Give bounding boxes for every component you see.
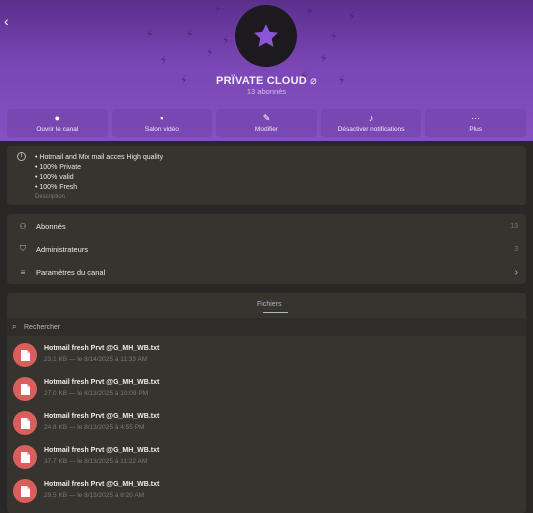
search-bar: ⌕: [7, 318, 526, 336]
action-bar: ● Ouvrir le canal ▪ Salon vidéo ✎ Modifi…: [7, 109, 526, 137]
file-item[interactable]: Hotmail fresh Prvt @G_MH_WB.txt 24.8 KB …: [7, 409, 526, 443]
description-caption: Description: [35, 194, 66, 200]
file-meta: 27.0 KB — le 8/13/2025 à 10:09 PM: [44, 390, 149, 397]
subscribers-row[interactable]: ⚇ Abonnés 13: [7, 215, 526, 237]
bolt-pattern-icon: ⚡: [184, 28, 196, 42]
bolt-pattern-icon: ⚡: [318, 52, 330, 66]
file-meta: 24.8 KB — le 8/13/2025 à 4:55 PM: [44, 424, 145, 431]
channel-settings-label: Paramètres du canal: [36, 267, 106, 277]
channel-name: PRÏVATE CLOUD: [216, 75, 307, 87]
description-line: • Hotmail and Mix mail acces High qualit…: [35, 154, 164, 161]
video-chat-icon: ▪: [160, 112, 164, 123]
back-arrow-icon[interactable]: ‹: [4, 14, 16, 28]
document-icon: [13, 479, 37, 503]
search-icon: ⌕: [12, 322, 17, 331]
file-name: Hotmail fresh Prvt @G_MH_WB.txt: [44, 413, 160, 420]
description-card: i • Hotmail and Mix mail acces High qual…: [7, 146, 526, 205]
action-label: Désactiver notifications: [337, 125, 405, 133]
channel-avatar: [235, 5, 297, 67]
action-label: Salon vidéo: [144, 125, 179, 133]
bolt-pattern-icon: ⚡: [220, 34, 232, 48]
file-name: Hotmail fresh Prvt @G_MH_WB.txt: [44, 379, 160, 386]
description-line: • 100% valid: [35, 174, 74, 181]
file-item[interactable]: Hotmail fresh Prvt @G_MH_WB.txt 37.7 KB …: [7, 443, 526, 477]
document-icon: [13, 343, 37, 367]
people-icon: ⚇: [19, 221, 27, 231]
description-text: • Hotmail and Mix mail acces High qualit…: [35, 153, 163, 200]
bolt-pattern-icon: ⚡: [346, 10, 358, 24]
tab-files[interactable]: Fichiers: [257, 301, 282, 308]
shield-icon: ⛉: [20, 244, 26, 253]
document-icon: [13, 411, 37, 435]
action-label: Modifier: [254, 125, 279, 133]
bolt-pattern-icon: ⚡: [204, 46, 216, 60]
admins-value: 3: [514, 245, 518, 253]
more-button[interactable]: ··· Plus: [425, 109, 526, 137]
search-input[interactable]: [24, 321, 324, 333]
admins-row[interactable]: ⛉ Administrateurs 3: [7, 238, 526, 260]
file-name: Hotmail fresh Prvt @G_MH_WB.txt: [44, 447, 160, 454]
subscribers-value: 13: [510, 222, 518, 230]
open-channel-button[interactable]: ● Ouvrir le canal: [7, 109, 108, 137]
channel-header: ⚡ ⚡ ⚡ ⚡ ⚡ ⚡ ⚡ ⚡ ⚡ ⚡ ⚡ ⚡ ⚡ ‹ PRÏVATE CLOU…: [0, 0, 533, 141]
subscriber-count: 13 abonnés: [246, 87, 287, 96]
star-icon: [254, 24, 278, 47]
more-icon: ···: [471, 112, 481, 123]
action-label: Ouvrir le canal: [36, 125, 79, 133]
video-chat-button[interactable]: ▪ Salon vidéo: [111, 109, 213, 137]
info-icon: i: [17, 152, 26, 161]
file-item[interactable]: Hotmail fresh Prvt @G_MH_WB.txt 29.5 KB …: [7, 477, 526, 511]
edit-button[interactable]: ✎ Modifier: [216, 109, 317, 137]
bolt-pattern-icon: ⚡: [328, 30, 340, 44]
file-meta: 37.7 KB — le 8/13/2025 à 11:22 AM: [44, 458, 148, 465]
bolt-pattern-icon: ⚡: [212, 3, 224, 17]
document-icon: [13, 445, 37, 469]
files-panel: Fichiers ⌕ Hotmail fresh Prvt @G_MH_WB.t…: [7, 293, 526, 513]
file-name: Hotmail fresh Prvt @G_MH_WB.txt: [44, 345, 160, 352]
file-item[interactable]: Hotmail fresh Prvt @G_MH_WB.txt 23.1 KB …: [7, 341, 526, 375]
description-line: • 100% Private: [35, 164, 82, 171]
channel-stats-card: ⚇ Abonnés 13 ⛉ Administrateurs 3 ≡ Param…: [7, 214, 526, 284]
action-label: Plus: [469, 125, 482, 133]
pencil-icon: ✎: [262, 112, 271, 123]
mute-notifications-button[interactable]: ♪ Désactiver notifications: [320, 109, 422, 137]
tab-indicator: [263, 312, 288, 313]
file-meta: 23.1 KB — le 8/14/2025 à 11:33 AM: [44, 356, 148, 363]
admins-label: Administrateurs: [36, 244, 89, 254]
chat-bubble-icon: ●: [54, 112, 61, 123]
file-name: Hotmail fresh Prvt @G_MH_WB.txt: [44, 481, 160, 488]
description-line: • 100% Fresh: [35, 184, 78, 191]
bolt-pattern-icon: ⚡: [144, 28, 156, 42]
file-meta: 29.5 KB — le 8/13/2025 à 8:20 AM: [44, 492, 145, 499]
file-item[interactable]: Hotmail fresh Prvt @G_MH_WB.txt 27.0 KB …: [7, 375, 526, 409]
document-icon: [13, 377, 37, 401]
no-notifications-icon: ⌀: [310, 75, 317, 87]
chevron-right-icon: ›: [514, 266, 518, 278]
channel-settings-row[interactable]: ≡ Paramètres du canal ›: [7, 261, 526, 283]
bolt-pattern-icon: ⚡: [304, 5, 316, 19]
subscribers-label: Abonnés: [36, 221, 66, 231]
channel-title: PRÏVATE CLOUD ⌀: [0, 74, 533, 87]
bolt-pattern-icon: ⚡: [158, 54, 170, 68]
sliders-icon: ≡: [20, 267, 26, 277]
bell-icon: ♪: [368, 112, 374, 123]
